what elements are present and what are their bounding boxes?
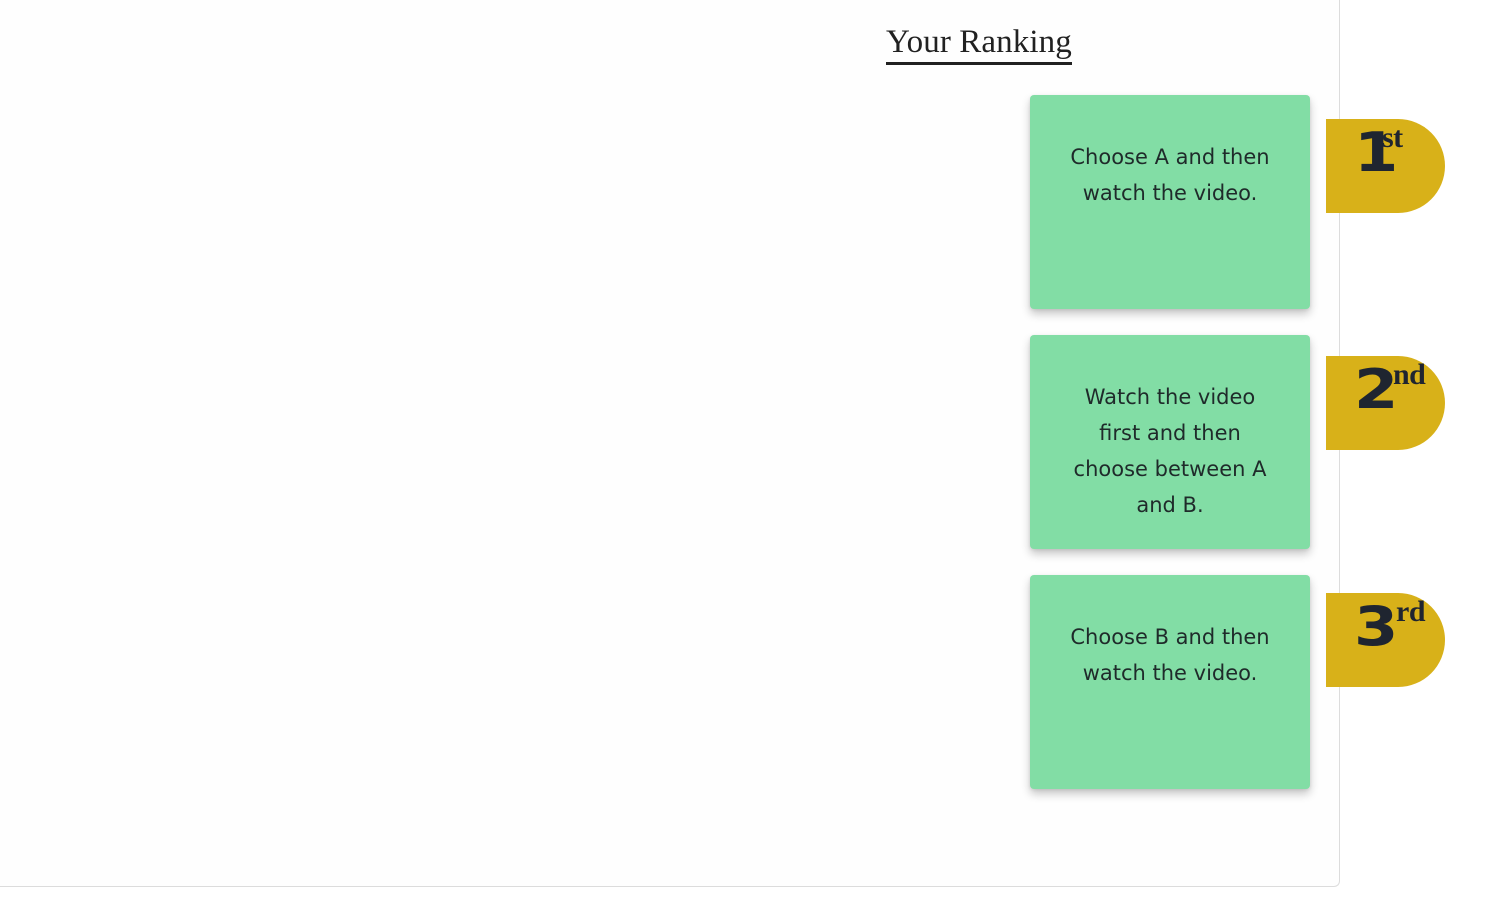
ranking-card-1[interactable]: Choose A and then watch the video. (1030, 95, 1310, 309)
ranking-card-2[interactable]: Watch the video first and then choose be… (1030, 335, 1310, 549)
rank-badge-first: 1 st (1326, 119, 1445, 213)
rank-badge-suffix: rd (1396, 595, 1426, 628)
rank-badge-suffix: st (1382, 121, 1403, 154)
rank-badge-number: 3 (1354, 595, 1399, 658)
ranking-page: Your Ranking Choose A and then watch the… (0, 0, 1492, 906)
rank-badge-suffix: nd (1393, 358, 1426, 391)
rank-badge-third: 3 rd (1326, 593, 1445, 687)
rank-badge-second: 2 nd (1326, 356, 1445, 450)
ranking-card-3[interactable]: Choose B and then watch the video. (1030, 575, 1310, 789)
rank-badge-number: 2 (1354, 358, 1399, 421)
page-title: Your Ranking (886, 22, 1072, 65)
